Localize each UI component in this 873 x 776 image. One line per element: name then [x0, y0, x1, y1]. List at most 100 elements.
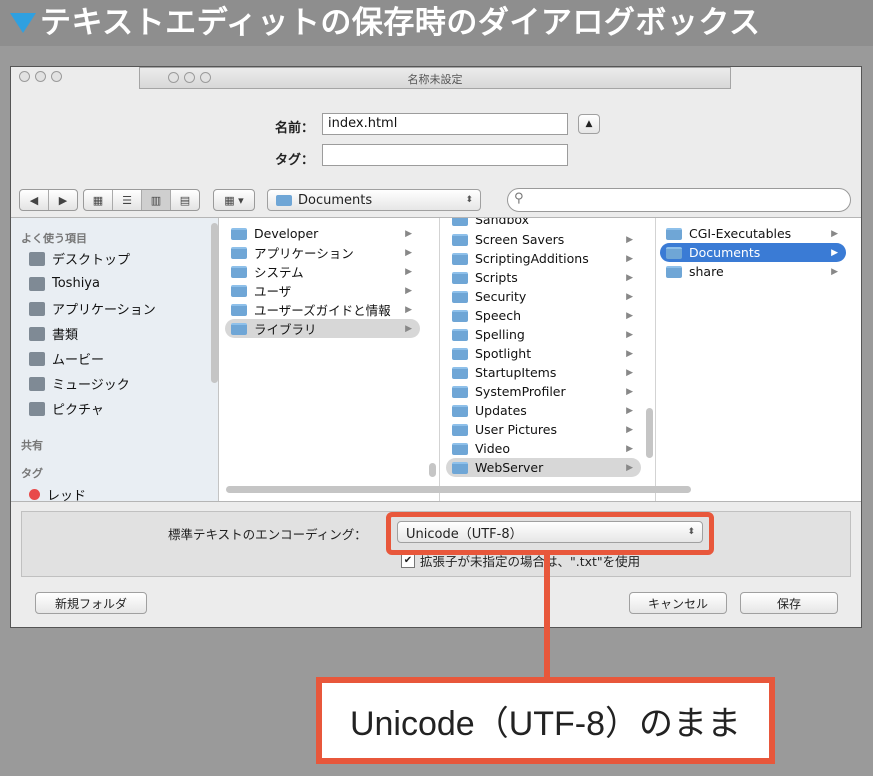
- window-traffic-lights[interactable]: [19, 71, 62, 82]
- list-item[interactable]: CGI-Executables ▶: [660, 224, 846, 243]
- checkbox-checked-icon[interactable]: ✔: [401, 553, 415, 568]
- back-icon[interactable]: ◀: [20, 190, 49, 210]
- cancel-button[interactable]: キャンセル: [629, 592, 727, 614]
- list-item[interactable]: Screen Savers ▶: [446, 230, 641, 249]
- disclosure-arrow-icon: ▶: [626, 443, 633, 454]
- sidebar-item[interactable]: 書類: [29, 321, 156, 346]
- sidebar-item[interactable]: ピクチャ: [29, 396, 156, 421]
- disclosure-arrow-icon: ▶: [626, 424, 633, 435]
- list-item[interactable]: ユーザ ▶: [225, 281, 420, 300]
- item-label: ユーザ: [254, 284, 292, 299]
- expand-button[interactable]: ▲: [578, 114, 600, 134]
- list-view-icon[interactable]: ☰: [113, 190, 142, 210]
- file-browser: よく使う項目 デスクトップ Toshiya アプリケーション書類 ムービー ミュージック…: [11, 217, 861, 502]
- item-label: Security: [475, 289, 527, 304]
- list-item[interactable]: Spotlight ▶: [446, 344, 641, 363]
- new-folder-button[interactable]: 新規フォルダ: [35, 592, 147, 614]
- sheet-titlebar: 名称未設定: [139, 67, 731, 89]
- sidebar-item[interactable]: ムービー: [29, 346, 156, 371]
- arrange-button[interactable]: ▦ ▾: [213, 189, 255, 211]
- updown-arrow-icon: ⬍: [465, 195, 473, 205]
- item-label: ユーザーズガイドと情報: [254, 303, 391, 318]
- column-2-scrollbar[interactable]: [646, 408, 653, 458]
- list-item[interactable]: Spelling ▶: [446, 325, 641, 344]
- list-item[interactable]: WebServer ▶: [446, 458, 641, 477]
- item-label: Updates: [475, 403, 527, 418]
- disclosure-arrow-icon: ▶: [405, 266, 412, 277]
- zoom-light-icon[interactable]: [51, 71, 62, 82]
- item-label: アプリケーション: [254, 246, 354, 261]
- disclosure-arrow-icon: ▶: [831, 247, 838, 258]
- music-icon: [29, 376, 45, 391]
- list-item[interactable]: システム ▶: [225, 262, 420, 281]
- horizontal-scrollbar[interactable]: [226, 486, 691, 493]
- folder-icon: [452, 442, 468, 455]
- item-label: Sandbox: [475, 218, 530, 227]
- item-label: Developer: [254, 226, 319, 241]
- list-item[interactable]: ScriptingAdditions ▶: [446, 249, 641, 268]
- list-item[interactable]: アプリケーション ▶: [225, 243, 420, 262]
- close-light-icon[interactable]: [19, 71, 30, 82]
- item-label: システム: [254, 265, 304, 280]
- heading-text: テキストエディットの保存時のダイアログボックス: [40, 5, 761, 41]
- list-item[interactable]: ユーザーズガイドと情報 ▶: [225, 300, 420, 319]
- disclosure-arrow-icon: ▶: [626, 234, 633, 245]
- sidebar-scrollbar[interactable]: [211, 223, 218, 383]
- sidebar-item-label: アプリケーション: [52, 303, 156, 318]
- list-item[interactable]: SystemProfiler ▶: [446, 382, 641, 401]
- sidebar-item[interactable]: デスクトップ: [29, 246, 156, 271]
- list-item[interactable]: share ▶: [660, 262, 846, 281]
- folder-icon: [666, 227, 682, 240]
- tag-field[interactable]: [322, 144, 568, 166]
- column-view-icon[interactable]: ▥: [142, 190, 171, 210]
- coverflow-view-icon[interactable]: ▤: [171, 190, 199, 210]
- item-label: Spelling: [475, 327, 525, 342]
- list-item[interactable]: Security ▶: [446, 287, 641, 306]
- minimize-light-icon[interactable]: [35, 71, 46, 82]
- list-item[interactable]: ライブラリ ▶: [225, 319, 420, 338]
- name-label: 名前：: [275, 121, 315, 136]
- folder-icon: [231, 284, 247, 297]
- save-button[interactable]: 保存: [740, 592, 838, 614]
- back-forward-buttons[interactable]: ◀ ▶: [19, 189, 78, 211]
- disclosure-arrow-icon: ▶: [626, 405, 633, 416]
- shared-header: 共有: [21, 439, 43, 452]
- favorites-header: よく使う項目: [21, 232, 87, 245]
- triangle-icon: [10, 13, 36, 33]
- name-field[interactable]: index.html: [322, 113, 568, 135]
- list-item[interactable]: User Pictures ▶: [446, 420, 641, 439]
- item-label: share: [689, 264, 724, 279]
- sidebar-item[interactable]: Toshiya: [29, 271, 156, 296]
- sidebar-item[interactable]: ミュージック: [29, 371, 156, 396]
- view-mode-buttons[interactable]: ▦ ☰ ▥ ▤: [83, 189, 200, 211]
- disclosure-arrow-icon: ▶: [626, 348, 633, 359]
- sidebar-item[interactable]: アプリケーション: [29, 296, 156, 321]
- sidebar-item-red-tag[interactable]: レッド: [29, 482, 86, 501]
- list-item[interactable]: Updates ▶: [446, 401, 641, 420]
- favorites-list: デスクトップ Toshiya アプリケーション書類 ムービー ミュージック ピクチャ: [29, 246, 156, 421]
- location-popup[interactable]: Documents ⬍: [267, 189, 481, 211]
- column-1-list: Developer ▶ アプリケーション ▶ システム ▶ ユーザ ▶ ユーザーズガイドと情報 ▶…: [225, 224, 420, 338]
- list-item[interactable]: Sandbox: [446, 218, 647, 229]
- list-item[interactable]: Documents ▶: [660, 243, 846, 262]
- list-item[interactable]: Video ▶: [446, 439, 641, 458]
- folder-icon: [276, 194, 292, 206]
- disclosure-arrow-icon: ▶: [831, 266, 838, 277]
- red-tag-icon: [29, 489, 40, 500]
- folder-icon: [452, 218, 468, 226]
- forward-icon[interactable]: ▶: [49, 190, 77, 210]
- list-item[interactable]: Developer ▶: [225, 224, 420, 243]
- column-library-parent: Developer ▶ アプリケーション ▶ システム ▶ ユーザ ▶ ユーザーズガイドと情報 ▶…: [219, 218, 440, 501]
- arrange-icon[interactable]: ▦ ▾: [214, 190, 254, 210]
- desktop-icon: [29, 251, 45, 266]
- column-1-scrollbar[interactable]: [429, 463, 436, 477]
- item-label: Spotlight: [475, 346, 532, 361]
- list-item[interactable]: StartupItems ▶: [446, 363, 641, 382]
- search-field[interactable]: ⚲: [507, 188, 851, 212]
- icon-view-icon[interactable]: ▦: [84, 190, 113, 210]
- list-item[interactable]: Speech ▶: [446, 306, 641, 325]
- disclosure-arrow-icon: ▶: [626, 253, 633, 264]
- list-item[interactable]: Scripts ▶: [446, 268, 641, 287]
- tag-label: タグ：: [275, 153, 315, 168]
- disclosure-arrow-icon: ▶: [626, 367, 633, 378]
